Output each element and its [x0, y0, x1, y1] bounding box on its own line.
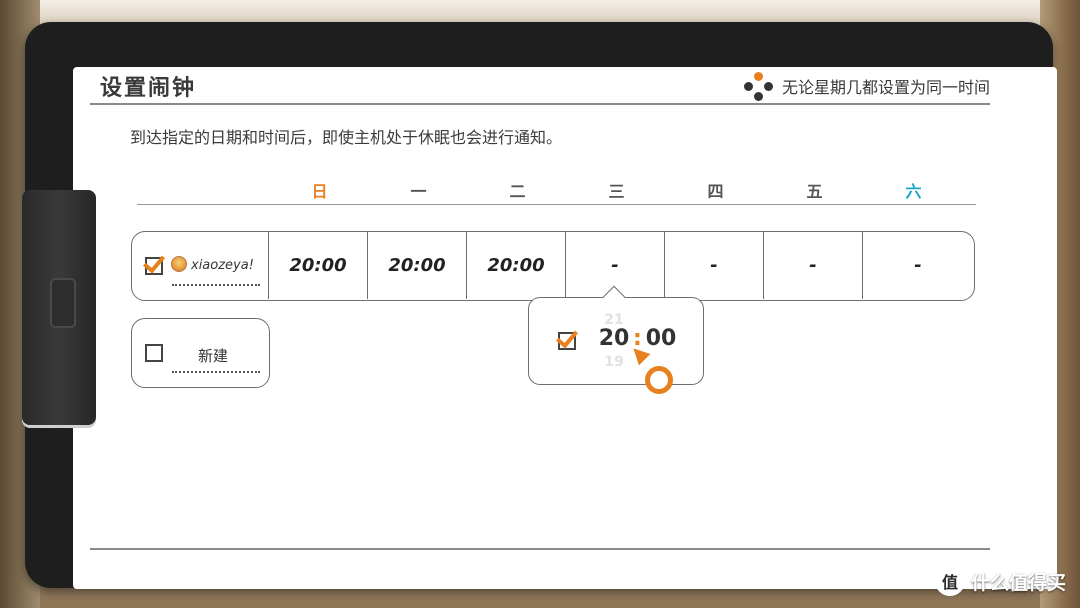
- user-cell[interactable]: xiaozeya!: [132, 232, 269, 299]
- weekday-thu: 四: [707, 182, 724, 201]
- minute-value[interactable]: 00: [643, 326, 679, 351]
- new-alarm-label: 新建: [198, 347, 229, 365]
- time-cell-sat[interactable]: -: [863, 232, 973, 299]
- time-cell-mon[interactable]: 20:00: [368, 232, 467, 299]
- dpad-icon: [743, 72, 773, 101]
- new-alarm-row[interactable]: 新建: [131, 318, 270, 388]
- checkmark-icon: [555, 325, 579, 349]
- weekday-fri: 五: [806, 182, 823, 201]
- time-picker-popup: 21 20 19 : 00: [528, 297, 704, 385]
- avatar: [171, 256, 187, 272]
- title-divider: [90, 103, 990, 105]
- weekday-mon: 一: [410, 182, 427, 201]
- hour-below: 19: [604, 354, 624, 370]
- watermark-badge-icon: 值: [934, 566, 965, 596]
- popup-enable-checkbox[interactable]: [555, 325, 579, 350]
- hour-value: 20: [598, 326, 630, 351]
- watermark: 值 什么值得买: [934, 566, 1066, 596]
- weekday-sat: 六: [905, 182, 922, 201]
- weekday-divider: [137, 204, 976, 205]
- hour-spinner[interactable]: 21 20 19: [595, 312, 633, 370]
- controller-hint: 无论星期几都设置为同一时间: [743, 72, 990, 101]
- page-title: 设置闹钟: [100, 76, 197, 101]
- hint-text: 无论星期几都设置为同一时间: [781, 78, 990, 97]
- watermark-text: 什么值得买: [970, 571, 1066, 594]
- time-cell-fri[interactable]: -: [764, 232, 863, 299]
- time-cell-sun[interactable]: 20:00: [269, 232, 368, 299]
- checkmark-icon: [142, 250, 166, 274]
- handle-notch: [50, 278, 76, 328]
- weekday-sun: 日: [311, 182, 328, 201]
- weekday-tue: 二: [509, 182, 526, 201]
- time-cell-tue[interactable]: 20:00: [467, 232, 566, 299]
- user-enable-checkbox[interactable]: [142, 250, 166, 275]
- cursor-ring-icon: [645, 366, 673, 394]
- weekday-header: 日 一 二 三 四 五 六: [270, 178, 964, 202]
- bottom-divider: [90, 548, 990, 550]
- description-text: 到达指定的日期和时间后，即使主机处于休眠也会进行通知。: [130, 128, 563, 147]
- side-handle: [22, 190, 96, 425]
- username: xiaozeya!: [191, 258, 254, 273]
- alarm-row: xiaozeya! 20:00 20:00 20:00 - - - -: [131, 231, 975, 301]
- weekday-wed: 三: [608, 182, 625, 201]
- dotted-underline: [172, 371, 260, 373]
- time-cell-thu[interactable]: -: [665, 232, 764, 299]
- new-alarm-checkbox[interactable]: [145, 344, 163, 362]
- dotted-underline: [172, 284, 260, 286]
